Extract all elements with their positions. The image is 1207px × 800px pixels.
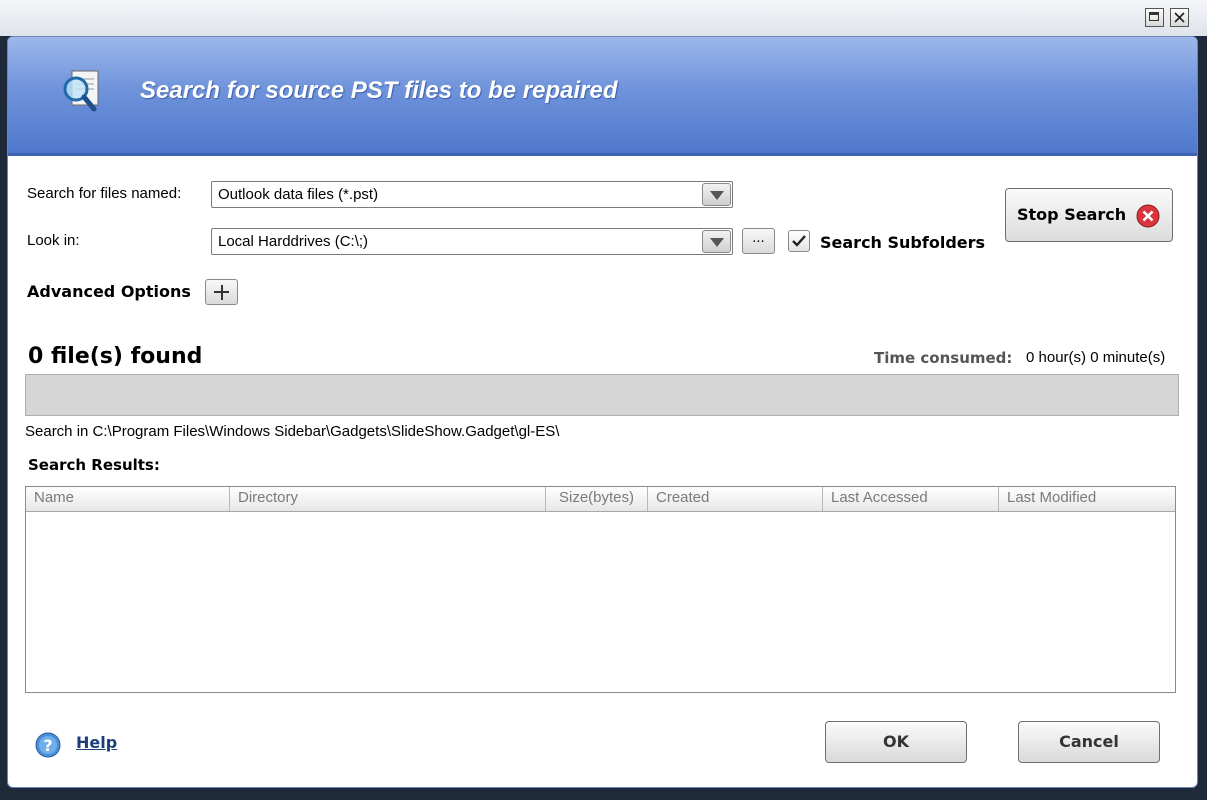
column-header-size[interactable]: Size(bytes): [546, 487, 648, 511]
help-icon[interactable]: ?: [34, 731, 62, 759]
files-found-count: 0 file(s) found: [28, 344, 203, 369]
search-progress-bar: [25, 374, 1179, 416]
dialog-header: Search for source PST files to be repair…: [8, 37, 1197, 156]
stop-search-label: Stop Search: [1017, 205, 1127, 224]
look-in-label: Look in:: [27, 232, 80, 249]
search-results-table[interactable]: Name Directory Size(bytes) Created Last …: [25, 486, 1176, 693]
document-search-icon: [63, 70, 99, 112]
search-subfolders-label: Search Subfolders: [820, 233, 986, 252]
expand-advanced-button[interactable]: [205, 279, 238, 305]
search-results-label: Search Results:: [28, 456, 160, 474]
cancel-button[interactable]: Cancel: [1018, 721, 1160, 763]
checkmark-icon: [792, 235, 806, 247]
chevron-down-icon[interactable]: [702, 183, 731, 206]
help-link[interactable]: Help: [76, 733, 117, 752]
look-in-value: Local Harddrives (C:\;): [218, 233, 369, 250]
chevron-down-icon[interactable]: [702, 230, 731, 253]
column-header-last-accessed[interactable]: Last Accessed: [823, 487, 999, 511]
column-header-directory[interactable]: Directory: [230, 487, 546, 511]
search-files-label: Search for files named:: [27, 185, 182, 202]
file-type-dropdown[interactable]: Outlook data files (*.pst): [211, 181, 733, 208]
dialog-title: Search for source PST files to be repair…: [140, 77, 618, 104]
dialog-window: Search for source PST files to be repair…: [7, 36, 1198, 788]
time-consumed-label: Time consumed:: [874, 349, 1013, 367]
advanced-options-label: Advanced Options: [27, 282, 191, 301]
column-header-name[interactable]: Name: [26, 487, 230, 511]
browse-button[interactable]: ...: [742, 228, 775, 254]
svg-text:?: ?: [43, 736, 52, 755]
close-icon[interactable]: [1170, 8, 1189, 27]
stop-icon: [1136, 204, 1160, 228]
column-header-created[interactable]: Created: [648, 487, 823, 511]
search-location-status: Search in C:\Program Files\Windows Sideb…: [25, 423, 560, 440]
maximize-icon[interactable]: [1145, 8, 1164, 27]
search-subfolders-checkbox[interactable]: [788, 230, 810, 252]
window-titlebar: [0, 0, 1207, 36]
stop-search-button[interactable]: Stop Search: [1005, 188, 1173, 242]
file-type-value: Outlook data files (*.pst): [218, 186, 379, 203]
ok-button[interactable]: OK: [825, 721, 967, 763]
table-header: Name Directory Size(bytes) Created Last …: [26, 487, 1175, 512]
column-header-last-modified[interactable]: Last Modified: [999, 487, 1175, 511]
time-consumed-value: 0 hour(s) 0 minute(s): [1026, 349, 1166, 366]
look-in-dropdown[interactable]: Local Harddrives (C:\;): [211, 228, 733, 255]
